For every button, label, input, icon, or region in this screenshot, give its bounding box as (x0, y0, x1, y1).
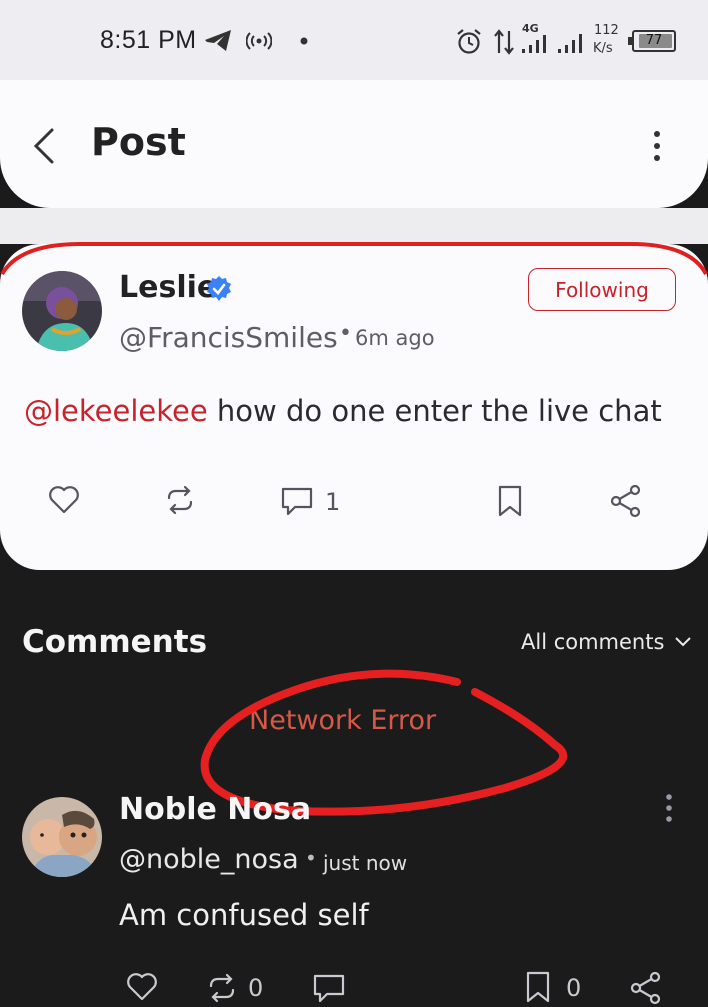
comment-reply-icon[interactable] (311, 972, 347, 1004)
commenter-name[interactable]: Noble Nosa (119, 792, 311, 827)
heart-icon[interactable] (48, 485, 80, 515)
post-body: how do one enter the live chat (207, 394, 662, 428)
comment-repost-count: 0 (248, 974, 264, 1002)
comment-heart-icon[interactable] (126, 972, 158, 1002)
comments-filter-dropdown[interactable]: All comments (521, 630, 692, 654)
status-time: 8:51 PM (100, 26, 197, 54)
author-handle[interactable]: @FrancisSmiles (119, 321, 338, 354)
telegram-icon (205, 30, 231, 51)
signal-icon-2 (558, 34, 582, 53)
page-title: Post (91, 120, 186, 164)
comment-bookmark-icon[interactable] (524, 970, 552, 1004)
bookmark-icon[interactable] (496, 484, 524, 518)
comment-icon[interactable] (279, 485, 315, 517)
verified-badge-icon (207, 276, 231, 301)
separator-dot: • (339, 321, 352, 346)
speed-unit: K/s (593, 41, 613, 56)
commenter-handle[interactable]: @noble_nosa (119, 844, 299, 875)
dot-icon (300, 37, 308, 45)
chevron-left-icon[interactable] (28, 124, 62, 168)
comment-share-icon[interactable] (628, 970, 664, 1006)
comments-heading: Comments (22, 624, 208, 660)
following-button[interactable]: Following (528, 268, 676, 311)
more-vertical-icon[interactable] (646, 128, 668, 164)
data-arrows-icon (494, 29, 514, 55)
chevron-down-icon (675, 637, 692, 647)
comment-bookmark-count: 0 (566, 974, 582, 1002)
comment-repost-icon[interactable] (204, 972, 240, 1004)
app-header: Post (0, 80, 708, 208)
status-bar: 8:51 PM 4G 112 K/s 77 (0, 0, 708, 80)
comment-timestamp: just now (323, 851, 408, 875)
post-text: @lekeelekee how do one enter the live ch… (24, 394, 662, 428)
battery-icon: 77 (628, 30, 676, 52)
comments-filter-label: All comments (521, 630, 665, 654)
comment-more-icon[interactable] (659, 792, 679, 824)
signal-icon (522, 35, 546, 53)
section-divider (0, 208, 708, 244)
mention-link[interactable]: @lekeelekee (24, 394, 208, 428)
alarm-icon (457, 29, 481, 54)
share-icon[interactable] (608, 483, 644, 519)
hotspot-icon (246, 32, 272, 50)
post-timestamp: 6m ago (355, 326, 435, 350)
commenter-avatar[interactable] (22, 797, 102, 877)
speed-value: 112 (594, 23, 619, 38)
author-name[interactable]: Leslie (119, 270, 217, 305)
comment-count: 1 (325, 488, 341, 516)
author-avatar[interactable] (22, 271, 102, 351)
network-error-message: Network Error (249, 705, 437, 736)
battery-level: 77 (645, 33, 663, 48)
separator-dot: • (305, 846, 317, 870)
comment-text: Am confused self (119, 898, 369, 932)
repost-icon[interactable] (162, 484, 198, 516)
